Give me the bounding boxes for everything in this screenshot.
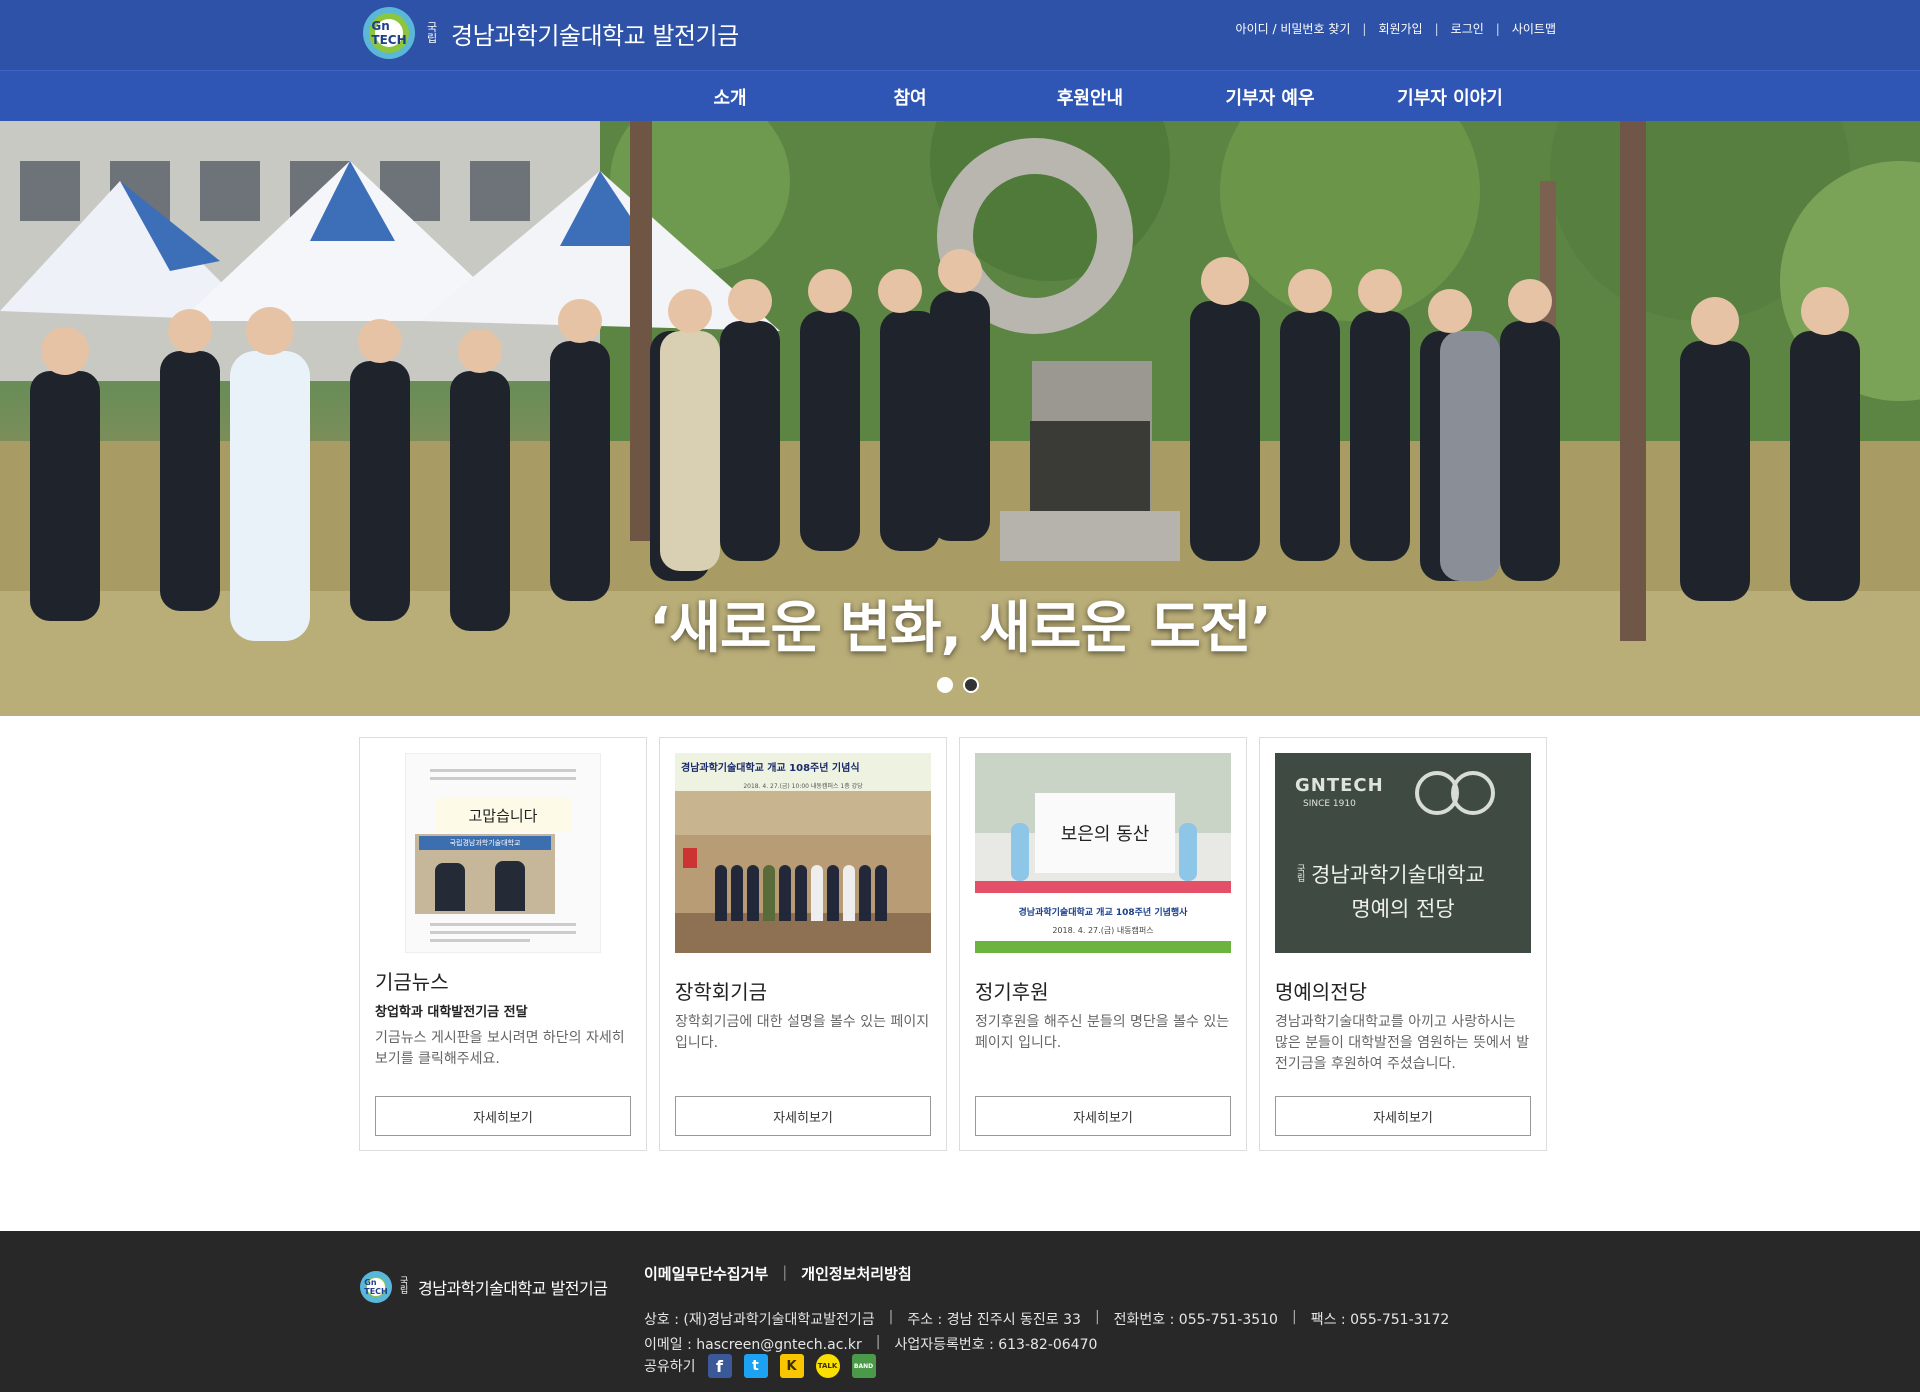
divider: |: [1362, 21, 1367, 36]
twitter-icon[interactable]: t: [743, 1354, 768, 1378]
hero-banner: ‘새로운 변화, 새로운 도전’: [0, 121, 1920, 716]
find-id-password-link[interactable]: 아이디 / 비밀번호 찾기: [1236, 20, 1351, 37]
card-regular-donation: 보은의 동산 경남과학기술대학교 개교 108주년 기념행사 2018. 4. …: [959, 737, 1247, 1151]
top-header: Gn TECH 국립 경남과학기술대학교 발전기금 아이디 / 비밀번호 찾기 …: [0, 0, 1920, 70]
stage-banner-date: 2018. 4. 27.(금) 내동캠퍼스: [1052, 925, 1154, 935]
site-title: 경남과학기술대학교 발전기금: [451, 21, 739, 50]
gntech-emblem-icon: Gn TECH: [360, 1271, 392, 1303]
regular-donation-thumbnail[interactable]: 보은의 동산 경남과학기술대학교 개교 108주년 기념행사 2018. 4. …: [975, 753, 1231, 953]
since-text: SINCE 1910: [1303, 799, 1356, 809]
divider: |: [782, 1263, 788, 1281]
slider-pagination: [937, 677, 979, 693]
divider: |: [1094, 1309, 1100, 1325]
kakaostory-icon[interactable]: K: [779, 1354, 804, 1378]
signup-link[interactable]: 회원가입: [1378, 20, 1422, 37]
card-description: 정기후원을 해주신 분들의 명단을 볼수 있는 페이지 입니다.: [975, 1014, 1230, 1051]
hall-national-label: 국립: [1297, 865, 1306, 884]
card-description: 경남과학기술대학교를 아끼고 사랑하시는 많은 분들이 대학발전을 염원하는 뜻…: [1275, 1014, 1530, 1072]
card-title: 명예의전당: [1275, 980, 1367, 1004]
stage-backdrop-text: 보은의 동산: [1035, 793, 1175, 873]
thank-you-text: 고맙습니다: [435, 798, 571, 832]
main-navigation: 소개 참여 후원안내 기부자 예우 기부자 이야기: [0, 70, 1920, 121]
nav-item-intro[interactable]: 소개: [640, 71, 820, 122]
hall-university-name: 경남과학기술대학교: [1311, 863, 1485, 887]
nav-item-donation-guide[interactable]: 후원안내: [1000, 71, 1180, 122]
hero-caption: ‘새로운 변화, 새로운 도전’: [649, 596, 1272, 661]
email-address: 이메일 : hascreen@gntech.ac.kr: [644, 1337, 862, 1353]
nav-item-donor-honors[interactable]: 기부자 예우: [1180, 71, 1360, 122]
card-hall-of-fame: GNTECH SINCE 1910 국립 경남과학기술대학교 명예의 전당 명예…: [1259, 737, 1547, 1151]
divider: |: [875, 1334, 881, 1350]
footer-logo[interactable]: Gn TECH 국립 경남과학기술대학교 발전기금: [360, 1271, 608, 1303]
card-title: 장학회기금: [675, 980, 767, 1004]
fund-news-thumbnail[interactable]: 고맙습니다 국립경남과학기술대학교: [375, 753, 631, 953]
fax-number: 팩스 : 055-751-3172: [1310, 1312, 1450, 1328]
gntech-mark-text: GNTECH: [1295, 775, 1384, 796]
feature-cards: 고맙습니다 국립경남과학기술대학교 기금뉴스 창업학과 대학발전기금 전달 기금…: [359, 737, 1547, 1151]
address: 주소 : 경남 진주시 동진로 33: [907, 1312, 1081, 1328]
footer-info-line-1: 상호 : (재)경남과학기술대학교발전기금 | 주소 : 경남 진주시 동진로 …: [644, 1309, 1449, 1329]
business-registration-number: 사업자등록번호 : 613-82-06470: [894, 1337, 1098, 1353]
footer-national-label: 국립: [400, 1277, 409, 1296]
ceremony-banner-title: 경남과학기술대학교 개교 108주년 기념식: [675, 753, 931, 779]
site-footer: Gn TECH 국립 경남과학기술대학교 발전기금 이메일무단수집거부 | 개인…: [0, 1231, 1920, 1392]
banner-text: 국립경남과학기술대학교: [419, 836, 551, 850]
kakaotalk-icon[interactable]: TALK: [815, 1354, 840, 1378]
company-name: 상호 : (재)경남과학기술대학교발전기금: [644, 1312, 875, 1328]
fund-news-more-button[interactable]: 자세히보기: [375, 1096, 631, 1136]
divider: |: [1434, 21, 1439, 36]
footer-links: 이메일무단수집거부 | 개인정보처리방침: [644, 1263, 912, 1284]
card-description: 장학회기금에 대한 설명을 볼수 있는 페이지 입니다.: [675, 1014, 930, 1051]
card-description: 기금뉴스 게시판을 보시려면 하단의 자세히보기를 클릭해주세요.: [375, 1030, 625, 1067]
site-logo[interactable]: Gn TECH 국립 경남과학기술대학교 발전기금: [363, 7, 739, 59]
slide-dot-2[interactable]: [963, 677, 979, 693]
scholarship-more-button[interactable]: 자세히보기: [675, 1096, 931, 1136]
facebook-icon[interactable]: f: [707, 1354, 732, 1378]
gntech-emblem-icon: Gn TECH: [363, 7, 415, 59]
sitemap-link[interactable]: 사이트맵: [1512, 20, 1556, 37]
stage-banner-title: 경남과학기술대학교 개교 108주년 기념행사: [1018, 907, 1188, 918]
utility-links: 아이디 / 비밀번호 찾기 | 회원가입 | 로그인 | 사이트맵: [1236, 20, 1556, 37]
footer-info-line-2: 이메일 : hascreen@gntech.ac.kr | 사업자등록번호 : …: [644, 1334, 1097, 1354]
divider: |: [888, 1309, 894, 1325]
ceremony-banner-date: 2018. 4. 27.(금) 10:00 내동캠퍼스 1층 강당: [675, 779, 931, 791]
nav-item-donor-stories[interactable]: 기부자 이야기: [1360, 71, 1540, 122]
slide-dot-1[interactable]: [937, 677, 953, 693]
card-scholarship-fund: 경남과학기술대학교 개교 108주년 기념식 2018. 4. 27.(금) 1…: [659, 737, 947, 1151]
emblem-text: Gn TECH: [364, 1278, 388, 1296]
card-fund-news: 고맙습니다 국립경남과학기술대학교 기금뉴스 창업학과 대학발전기금 전달 기금…: [359, 737, 647, 1151]
band-icon[interactable]: BAND: [851, 1354, 876, 1378]
emblem-text: Gn TECH: [371, 19, 407, 47]
share-label: 공유하기: [644, 1359, 696, 1375]
phone-number: 전화번호 : 055-751-3510: [1113, 1312, 1278, 1328]
privacy-policy-link[interactable]: 개인정보처리방침: [801, 1263, 911, 1284]
card-title: 기금뉴스: [375, 970, 449, 994]
nav-item-participate[interactable]: 참여: [820, 71, 1000, 122]
regular-donation-more-button[interactable]: 자세히보기: [975, 1096, 1231, 1136]
card-title: 정기후원: [975, 980, 1049, 1004]
scholarship-thumbnail[interactable]: 경남과학기술대학교 개교 108주년 기념식 2018. 4. 27.(금) 1…: [675, 753, 931, 953]
hall-of-fame-thumbnail[interactable]: GNTECH SINCE 1910 국립 경남과학기술대학교 명예의 전당: [1275, 753, 1531, 953]
divider: |: [1495, 21, 1500, 36]
footer-site-title: 경남과학기술대학교 발전기금: [418, 1279, 608, 1298]
hall-of-fame-more-button[interactable]: 자세히보기: [1275, 1096, 1531, 1136]
divider: |: [1291, 1309, 1297, 1325]
card-subtitle[interactable]: 창업학과 대학발전기금 전달: [375, 1001, 528, 1020]
hall-of-fame-label: 명예의 전당: [1351, 897, 1455, 921]
share-bar: 공유하기 f t K TALK BAND: [644, 1354, 876, 1378]
email-collection-refusal-link[interactable]: 이메일무단수집거부: [644, 1263, 768, 1284]
login-link[interactable]: 로그인: [1451, 20, 1484, 37]
logo-national-label: 국립: [427, 21, 438, 45]
